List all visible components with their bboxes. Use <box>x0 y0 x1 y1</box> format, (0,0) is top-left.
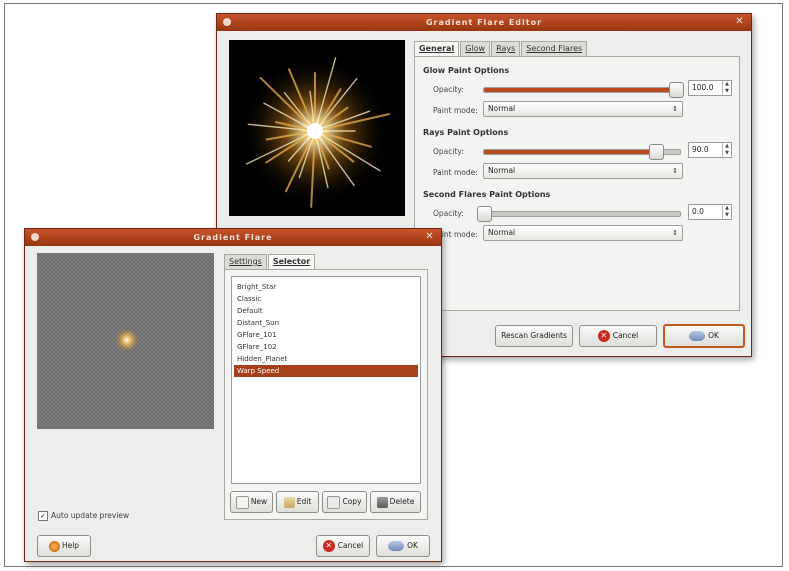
rays-opacity-label: Opacity: <box>433 147 464 156</box>
new-button[interactable]: New <box>230 491 273 513</box>
cancel-icon: ✕ <box>322 540 335 552</box>
editor-ok-button[interactable]: OK <box>663 324 745 348</box>
glow-opacity-slider[interactable] <box>483 82 685 98</box>
spinner-arrows-icon[interactable]: ▲ ▼ <box>722 205 731 219</box>
list-item-selected[interactable]: Warp Speed <box>234 365 418 377</box>
edit-icon <box>283 496 295 508</box>
glow-opacity-value: 100.0 <box>692 83 714 92</box>
list-item[interactable]: Distant_Sun <box>234 317 418 329</box>
second-flares-opacity-label: Opacity: <box>433 209 464 218</box>
rays-opacity-handle[interactable] <box>649 144 665 160</box>
flare-list[interactable]: Bright_Star Classic Default Distant_Sun … <box>231 276 421 484</box>
gradient-flare-window: Gradient Flare ✕ Settings Selector Brigh… <box>24 228 442 562</box>
auto-update-label: Auto update preview <box>51 511 130 520</box>
list-item[interactable]: Default <box>234 305 418 317</box>
cancel-icon: ✕ <box>597 330 610 342</box>
list-item[interactable]: Bright_Star <box>234 281 418 293</box>
help-label: Help <box>61 541 80 550</box>
spinner-arrows-icon[interactable]: ▲ ▼ <box>722 143 731 157</box>
list-item[interactable]: Classic <box>234 293 418 305</box>
glow-opacity-label: Opacity: <box>433 85 464 94</box>
general-tab-panel: Glow Paint Options Opacity: 100.0 ▲ ▼ Pai… <box>414 56 740 311</box>
delete-button[interactable]: Delete <box>370 491 421 513</box>
list-item[interactable]: GFlare_101 <box>234 329 418 341</box>
second-flares-section-title: Second Flares Paint Options <box>423 190 551 199</box>
window-menu-icon[interactable] <box>223 18 231 26</box>
tab-settings[interactable]: Settings <box>224 254 267 269</box>
glow-paint-mode-value: Normal <box>488 104 516 113</box>
flare-cancel-label: Cancel <box>337 541 364 550</box>
flare-ok-button[interactable]: OK <box>376 535 430 557</box>
tab-glow[interactable]: Glow <box>460 41 491 56</box>
combo-arrows-icon: ⇕ <box>672 167 678 175</box>
tab-selector[interactable]: Selector <box>267 254 316 270</box>
close-icon[interactable]: ✕ <box>424 231 436 243</box>
ok-icon <box>388 541 405 551</box>
tab-rays[interactable]: Rays <box>491 41 521 56</box>
rays-paint-mode-label: Paint mode: <box>433 168 478 177</box>
editor-titlebar: Gradient Flare Editor ✕ <box>217 14 751 31</box>
delete-label: Delete <box>389 497 415 506</box>
list-item[interactable]: Hidden_Planet <box>234 353 418 365</box>
flare-preview-checker <box>37 253 214 429</box>
glow-section-title: Glow Paint Options <box>423 66 510 75</box>
flare-ok-label: OK <box>407 541 418 550</box>
auto-update-checkbox[interactable]: ✓ <box>38 511 48 521</box>
combo-arrows-icon: ⇕ <box>672 105 678 113</box>
editor-ok-label: OK <box>708 331 719 340</box>
trash-icon <box>376 496 388 508</box>
rays-opacity-fill <box>484 150 657 154</box>
tab-general[interactable]: General <box>414 41 460 57</box>
second-flares-paint-mode-select[interactable]: Normal ⇕ <box>483 225 683 241</box>
flare-titlebar: Gradient Flare ✕ <box>25 229 441 246</box>
rays-paint-mode-select[interactable]: Normal ⇕ <box>483 163 683 179</box>
rescan-gradients-label: Rescan Gradients <box>501 331 567 340</box>
list-item[interactable]: GFlare_102 <box>234 341 418 353</box>
flare-tabs: Settings Selector <box>224 254 316 270</box>
copy-button[interactable]: Copy <box>322 491 367 513</box>
new-label: New <box>250 497 268 506</box>
second-flares-opacity-spinner[interactable]: 0.0 ▲ ▼ <box>688 204 732 220</box>
editor-cancel-label: Cancel <box>612 331 639 340</box>
close-icon[interactable]: ✕ <box>734 16 746 28</box>
flare-preview-image <box>229 40 405 216</box>
glow-paint-mode-label: Paint mode: <box>433 106 478 115</box>
rays-opacity-slider[interactable] <box>483 144 681 160</box>
ok-icon <box>689 331 706 341</box>
second-flares-opacity-handle[interactable] <box>477 206 492 222</box>
rescan-gradients-button[interactable]: Rescan Gradients <box>495 325 573 347</box>
copy-label: Copy <box>342 497 362 506</box>
edit-button[interactable]: Edit <box>276 491 319 513</box>
second-flares-opacity-slider[interactable] <box>477 206 681 222</box>
glow-opacity-spinner[interactable]: 100.0 ▲ ▼ <box>688 80 732 96</box>
editor-cancel-button[interactable]: ✕ Cancel <box>579 325 657 347</box>
flare-title: Gradient Flare <box>193 233 273 242</box>
rays-section-title: Rays Paint Options <box>423 128 509 137</box>
glow-paint-mode-select[interactable]: Normal ⇕ <box>483 101 683 117</box>
second-flares-opacity-value: 0.0 <box>692 207 704 216</box>
new-document-icon <box>235 495 249 509</box>
flare-cancel-button[interactable]: ✕ Cancel <box>316 535 370 557</box>
second-flares-paint-mode-value: Normal <box>488 228 516 237</box>
rays-paint-mode-value: Normal <box>488 166 516 175</box>
tab-second-flares[interactable]: Second Flares <box>521 41 588 56</box>
starburst-icon <box>240 56 391 208</box>
glow-opacity-fill <box>484 88 677 92</box>
spinner-arrows-icon[interactable]: ▲ ▼ <box>722 81 731 95</box>
help-button[interactable]: Help <box>37 535 91 557</box>
editor-title: Gradient Flare Editor <box>425 18 543 27</box>
window-menu-icon[interactable] <box>31 233 39 241</box>
help-icon <box>48 540 60 552</box>
editor-tabs: General Glow Rays Second Flares <box>414 41 588 57</box>
rays-opacity-spinner[interactable]: 90.0 ▲ ▼ <box>688 142 732 158</box>
combo-arrows-icon: ⇕ <box>672 229 678 237</box>
copy-icon <box>327 495 341 509</box>
edit-label: Edit <box>296 497 312 506</box>
small-flare-icon <box>115 328 139 352</box>
rays-opacity-value: 90.0 <box>692 145 709 154</box>
selector-tab-panel: Bright_Star Classic Default Distant_Sun … <box>224 269 428 520</box>
glow-opacity-handle[interactable] <box>669 82 685 98</box>
